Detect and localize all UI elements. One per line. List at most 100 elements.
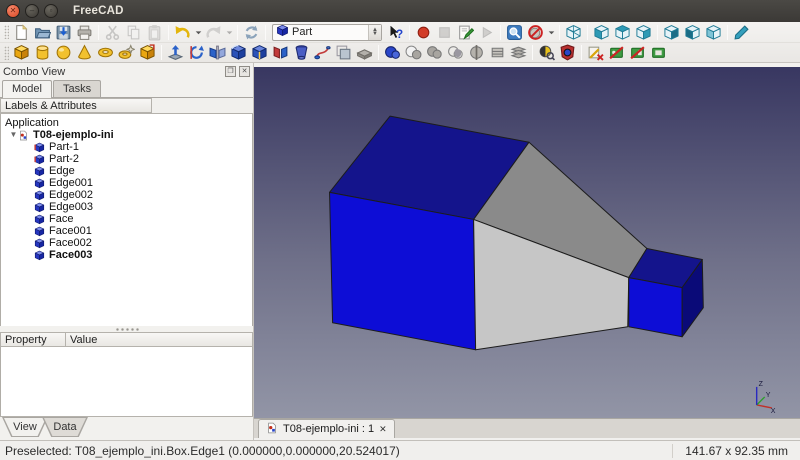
tree-item-part-2[interactable]: Part-2 xyxy=(1,153,252,165)
tree-item-label: T08-ejemplo-ini xyxy=(33,129,114,141)
document-tab-close-icon[interactable]: ✕ xyxy=(379,424,387,435)
tree-item-edge[interactable]: Edge xyxy=(1,165,252,177)
property-column-header[interactable]: Property xyxy=(0,332,66,347)
small-cube-front-face[interactable] xyxy=(629,278,682,337)
part-loft-button[interactable] xyxy=(291,43,312,62)
part-section-button[interactable] xyxy=(466,43,487,62)
cube-icon xyxy=(34,166,45,177)
part-box-button[interactable] xyxy=(11,43,32,62)
part-offset-3d-button[interactable] xyxy=(508,43,529,62)
view-right-button[interactable] xyxy=(633,23,654,42)
part-primitives-button[interactable] xyxy=(116,43,137,62)
new-file-button[interactable] xyxy=(11,23,32,42)
tree-root-application[interactable]: Application xyxy=(1,117,252,129)
paste-button xyxy=(144,23,165,42)
part-cut-button[interactable] xyxy=(403,43,424,62)
toolbar-row-standard: Part▲▼? xyxy=(0,22,800,42)
tree-item-part-1[interactable]: Part-1 xyxy=(1,141,252,153)
part-torus-button[interactable] xyxy=(95,43,116,62)
part-shape-builder-button[interactable] xyxy=(137,43,158,62)
tree-column-header[interactable]: Labels & Attributes xyxy=(0,98,152,113)
svg-text:?: ? xyxy=(396,27,403,40)
tab-model[interactable]: Model xyxy=(2,80,52,98)
undo-menu-button[interactable] xyxy=(193,23,203,42)
part-box-icon xyxy=(13,44,30,61)
view-rear-button[interactable] xyxy=(661,23,682,42)
tree-item-document[interactable]: ▼ T08-ejemplo-ini xyxy=(1,129,252,141)
3d-viewport[interactable]: XYZ xyxy=(254,67,800,418)
expander-icon[interactable]: ▼ xyxy=(9,131,18,139)
part-intersection-button[interactable] xyxy=(445,43,466,62)
part-compound-filter-icon xyxy=(650,44,667,61)
workbench-selector-spinner-icon[interactable]: ▲▼ xyxy=(368,25,381,40)
draw-style-menu-button[interactable] xyxy=(546,23,556,42)
part-ruled-surface-button[interactable] xyxy=(270,43,291,62)
tree-item-edge002[interactable]: Edge002 xyxy=(1,189,252,201)
part-revolve-button[interactable] xyxy=(186,43,207,62)
view-rear-icon xyxy=(663,24,680,41)
part-union-button[interactable] xyxy=(424,43,445,62)
part-cross-sections-button[interactable] xyxy=(487,43,508,62)
tree-item-face[interactable]: Face xyxy=(1,213,252,225)
tree-item-face003[interactable]: Face003 xyxy=(1,249,252,261)
toolbar-grip[interactable] xyxy=(4,46,9,60)
tree-item-edge003[interactable]: Edge003 xyxy=(1,201,252,213)
close-button[interactable]: ✕ xyxy=(6,4,20,18)
tab-tasks[interactable]: Tasks xyxy=(53,80,101,97)
part-chamfer-button[interactable] xyxy=(249,43,270,62)
whats-this-button[interactable]: ? xyxy=(385,23,406,42)
minimize-button[interactable]: – xyxy=(25,4,39,18)
tree-item-face002[interactable]: Face002 xyxy=(1,237,252,249)
view-axonometric-button[interactable] xyxy=(563,23,584,42)
part-extrude-button[interactable] xyxy=(165,43,186,62)
float-panel-button[interactable]: ❐ xyxy=(225,66,236,77)
part-intersection-icon xyxy=(447,44,464,61)
macro-record-button[interactable] xyxy=(413,23,434,42)
draw-style-button[interactable] xyxy=(525,23,546,42)
part-icon xyxy=(34,154,45,165)
part-thickness-button[interactable] xyxy=(354,43,375,62)
part-icon xyxy=(34,142,45,153)
part-primitives-icon xyxy=(118,44,135,61)
big-box-front-face[interactable] xyxy=(330,192,476,349)
view-left-button[interactable] xyxy=(703,23,724,42)
part-sphere-button[interactable] xyxy=(53,43,74,62)
part-cylinder-button[interactable] xyxy=(32,43,53,62)
part-compound-explode-button[interactable] xyxy=(627,43,648,62)
part-offset-button[interactable] xyxy=(333,43,354,62)
close-panel-button[interactable]: ✕ xyxy=(239,66,250,77)
part-edit-appearance-button[interactable] xyxy=(585,43,606,62)
undo-button[interactable] xyxy=(172,23,193,42)
view-front-button[interactable] xyxy=(591,23,612,42)
refresh-button[interactable] xyxy=(241,23,262,42)
part-cone-button[interactable] xyxy=(74,43,95,62)
print-button[interactable] xyxy=(74,23,95,42)
axis-indicator-icon: XYZ xyxy=(757,381,776,415)
tree-item-label: Edge xyxy=(49,165,75,177)
maximize-button[interactable]: ▫ xyxy=(44,4,58,18)
tree-item-face001[interactable]: Face001 xyxy=(1,225,252,237)
view-top-button[interactable] xyxy=(612,23,633,42)
view-bottom-button[interactable] xyxy=(682,23,703,42)
document-tab[interactable]: T08-ejemplo-ini : 1 ✕ xyxy=(258,419,395,438)
measure-distance-button[interactable] xyxy=(731,23,752,42)
part-check-geometry-button[interactable] xyxy=(536,43,557,62)
workbench-selector[interactable]: Part▲▼ xyxy=(272,24,382,41)
toolbar-grip[interactable] xyxy=(4,25,9,39)
tree-item-edge001[interactable]: Edge001 xyxy=(1,177,252,189)
part-compound-make-button[interactable] xyxy=(606,43,627,62)
freecad-window: ✕–▫ FreeCAD Part▲▼? Combo View ❐✕ ModelT… xyxy=(0,0,800,460)
part-mirror-button[interactable] xyxy=(207,43,228,62)
tab-data[interactable]: Data xyxy=(42,417,88,437)
macro-record-icon xyxy=(415,24,432,41)
part-fillet-button[interactable] xyxy=(228,43,249,62)
part-defeaturing-button[interactable] xyxy=(557,43,578,62)
part-sweep-button[interactable] xyxy=(312,43,333,62)
fit-all-button[interactable] xyxy=(504,23,525,42)
save-file-button[interactable] xyxy=(53,23,74,42)
part-compound-filter-button[interactable] xyxy=(648,43,669,62)
open-file-button[interactable] xyxy=(32,23,53,42)
part-boolean-button[interactable] xyxy=(382,43,403,62)
macro-edit-button[interactable] xyxy=(455,23,476,42)
value-column-header[interactable]: Value xyxy=(66,332,253,347)
